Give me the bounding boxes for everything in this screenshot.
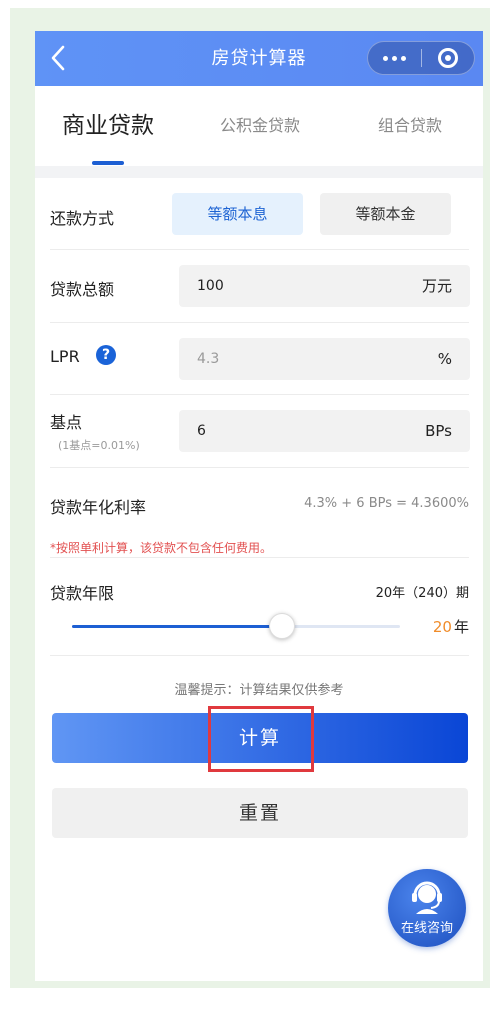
tab-combined-loan[interactable]: 组合贷款 [345,86,475,166]
close-button[interactable] [422,41,474,75]
phone-screen: 房贷计算器 商业贷款 公积金贷款 组合贷款 还款方式 等额本息 等额本金 贷款总… [35,31,483,981]
loan-amount-unit: 万元 [421,277,452,295]
lpr-unit: % [437,350,452,368]
tab-provident-fund-loan[interactable]: 公积金贷款 [195,86,325,166]
loan-amount-value: 100 [197,278,224,294]
repayment-method-label: 还款方式 [50,209,115,228]
annual-rate-value: 4.3% + 6 BPs = 4.3600% [304,496,469,511]
loan-amount-field[interactable]: 100 万元 [179,265,470,307]
equal-installment-option[interactable]: 等额本息 [172,193,303,235]
loan-amount-row: 贷款总额 100 万元 [50,250,470,323]
reset-button[interactable]: 重置 [52,788,468,838]
basis-point-sublabel: (1基点=0.01%) [58,439,140,452]
basis-point-field[interactable]: 6 BPs [179,410,470,452]
lpr-field[interactable]: 4.3 % [179,338,470,380]
loan-term-years-value: 20 [432,618,452,636]
basis-point-unit: BPs [425,422,452,440]
target-close-icon [437,48,458,68]
loan-amount-label: 贷款总额 [50,280,115,299]
loan-type-tabs: 商业贷款 公积金贷款 组合贷款 [35,86,483,166]
slider-handle[interactable] [269,613,295,639]
more-button[interactable] [368,41,421,75]
repayment-method-row: 还款方式 等额本息 等额本金 [50,178,469,250]
headset-agent-icon [412,881,442,914]
tab-commercial-loan[interactable]: 商业贷款 [43,86,173,166]
online-consult-button[interactable]: 在线咨询 [388,869,466,947]
basis-point-value: 6 [197,423,206,439]
section-divider [35,166,483,178]
help-icon[interactable]: ? [96,345,116,365]
loan-term-years-unit: 年 [453,618,469,636]
loan-term-years: 20 年 [433,616,469,637]
loan-term-slider[interactable] [72,613,400,639]
basis-point-label: 基点 [50,413,83,432]
lpr-label: LPR [50,347,80,366]
loan-term-summary: 20年（240）期 [375,586,469,601]
basis-point-row: 基点 (1基点=0.01%) 6 BPs [50,395,470,468]
slider-fill [72,625,282,628]
loan-term-row: 贷款年限 20年（240）期 20 年 [50,558,469,656]
fee-note: *按照单利计算，该贷款不包含任何费用。 [50,541,273,555]
equal-principal-option[interactable]: 等额本金 [320,193,451,235]
mini-program-capsule [367,41,475,75]
online-consult-label: 在线咨询 [400,921,453,936]
highlight-box [208,706,314,772]
more-dots-icon [383,55,388,61]
lpr-row: LPR ? 4.3 % [50,323,470,395]
annual-rate-label: 贷款年化利率 [50,498,147,517]
active-tab-indicator [92,161,124,165]
disclaimer-hint: 温馨提示：计算结果仅供参考 [174,683,344,698]
lpr-placeholder: 4.3 [197,351,220,367]
loan-term-label: 贷款年限 [50,584,115,603]
background-frame: 房贷计算器 商业贷款 公积金贷款 组合贷款 还款方式 等额本息 等额本金 贷款总… [10,8,490,988]
app-header: 房贷计算器 [35,31,483,86]
